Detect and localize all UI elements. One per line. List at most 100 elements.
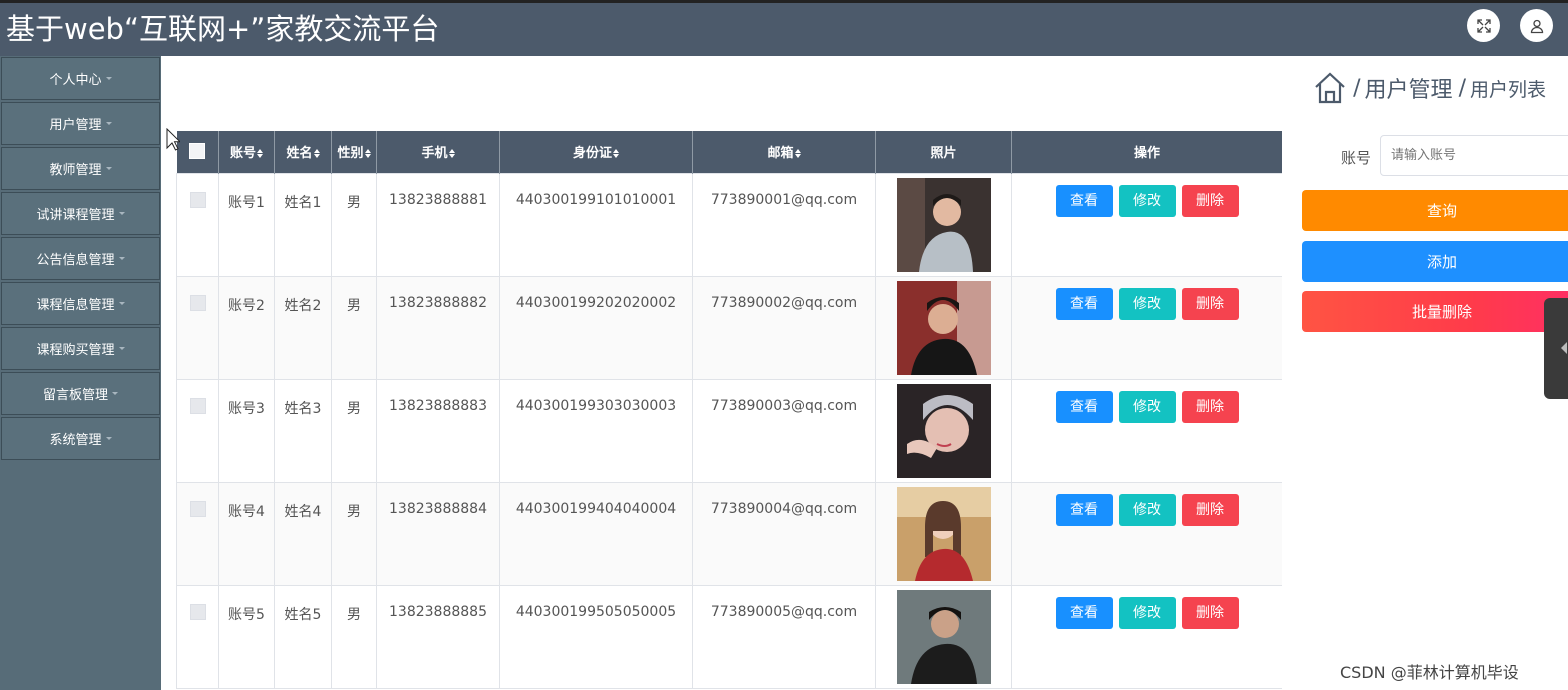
sidebar: 个人中心 用户管理 教师管理 试讲课程管理 公告信息管理 课程信息管理 课程购买…: [0, 56, 161, 690]
cell-name: 姓名5: [274, 584, 332, 689]
caret-down-icon: [105, 77, 112, 80]
edit-button[interactable]: 修改: [1118, 493, 1176, 526]
select-all-checkbox[interactable]: [189, 143, 206, 160]
user-photo: [896, 177, 991, 272]
view-button[interactable]: 查看: [1055, 596, 1113, 629]
sidebar-item-course-info-management[interactable]: 课程信息管理: [1, 282, 160, 325]
column-header-label: 手机: [421, 146, 448, 162]
delete-button[interactable]: 删除: [1181, 493, 1239, 526]
column-header-gender[interactable]: 性别: [331, 131, 377, 173]
view-button[interactable]: 查看: [1055, 184, 1113, 217]
sidebar-item-personal-center[interactable]: 个人中心: [1, 57, 160, 100]
cell-phone: 13823888881: [376, 172, 500, 277]
sort-icon: [364, 149, 371, 159]
user-photo: [896, 383, 991, 478]
edit-button[interactable]: 修改: [1118, 287, 1176, 320]
view-button[interactable]: 查看: [1055, 390, 1113, 423]
column-header-name[interactable]: 姓名: [274, 131, 332, 173]
column-header-label: 姓名: [286, 146, 313, 162]
cell-actions: 查看 修改 删除: [1011, 172, 1282, 277]
user-photo: [896, 280, 991, 375]
edit-button[interactable]: 修改: [1118, 390, 1176, 423]
column-header-account[interactable]: 账号: [218, 131, 275, 173]
row-select-cell[interactable]: [176, 172, 219, 277]
delete-button[interactable]: 删除: [1181, 390, 1239, 423]
breadcrumb-separator: /: [1458, 75, 1466, 101]
cell-email: 773890004@qq.com: [692, 481, 876, 586]
row-select-cell[interactable]: [176, 378, 219, 483]
side-drawer-handle[interactable]: [1544, 298, 1568, 399]
cell-name: 姓名1: [274, 172, 332, 277]
cell-photo: [875, 275, 1012, 380]
user-table-container: 账号 姓名 性别 手机 身份证 邮箱 照片 操作 账号1 姓名1 男 13823…: [176, 131, 1282, 690]
sidebar-item-course-purchase-management[interactable]: 课程购买管理: [1, 327, 160, 370]
home-icon[interactable]: [1313, 71, 1347, 105]
account-search-input[interactable]: [1380, 135, 1568, 176]
cell-photo: [875, 378, 1012, 483]
cell-phone: 13823888884: [376, 481, 500, 586]
cell-photo: [875, 172, 1012, 277]
expand-arrows-icon: [1476, 18, 1491, 33]
query-button[interactable]: 查询: [1302, 190, 1568, 231]
cell-account: 账号1: [218, 172, 275, 277]
cell-name: 姓名4: [274, 481, 332, 586]
batch-delete-button[interactable]: 批量删除: [1302, 291, 1568, 332]
breadcrumb-item-user-management[interactable]: 用户管理: [1365, 72, 1453, 104]
breadcrumb: / 用户管理 / 用户列表: [1313, 70, 1546, 106]
delete-button[interactable]: 删除: [1181, 287, 1239, 320]
column-header-photo: 照片: [875, 131, 1012, 173]
row-checkbox[interactable]: [189, 603, 206, 620]
row-checkbox[interactable]: [189, 500, 206, 517]
user-table: 账号 姓名 性别 手机 身份证 邮箱 照片 操作 账号1 姓名1 男 13823…: [176, 131, 1282, 689]
row-checkbox[interactable]: [189, 294, 206, 311]
sidebar-item-label: 试讲课程管理: [36, 208, 115, 223]
user-photo: [896, 589, 991, 684]
sort-icon: [257, 149, 263, 159]
view-button[interactable]: 查看: [1055, 287, 1113, 320]
user-menu-button[interactable]: [1520, 9, 1553, 42]
row-select-cell[interactable]: [176, 584, 219, 689]
sidebar-item-message-board-management[interactable]: 留言板管理: [1, 372, 160, 415]
column-header-label: 邮箱: [767, 146, 794, 162]
breadcrumb-separator: /: [1353, 75, 1361, 101]
caret-down-icon: [105, 167, 112, 170]
row-select-cell[interactable]: [176, 481, 219, 586]
sidebar-item-label: 留言板管理: [42, 388, 108, 403]
row-checkbox[interactable]: [189, 397, 206, 414]
sidebar-item-label: 系统管理: [49, 433, 102, 448]
sidebar-item-label: 课程信息管理: [36, 298, 115, 313]
sort-icon: [794, 149, 801, 159]
add-button[interactable]: 添加: [1302, 241, 1568, 282]
cell-phone: 13823888883: [376, 378, 500, 483]
view-button[interactable]: 查看: [1055, 493, 1113, 526]
column-header-phone[interactable]: 手机: [376, 131, 500, 173]
edit-button[interactable]: 修改: [1118, 184, 1176, 217]
user-photo: [896, 486, 991, 581]
select-all-header[interactable]: [176, 131, 219, 173]
sidebar-item-teacher-management[interactable]: 教师管理: [1, 147, 160, 190]
row-checkbox[interactable]: [189, 191, 206, 208]
cell-phone: 13823888882: [376, 275, 500, 380]
sidebar-item-notice-management[interactable]: 公告信息管理: [1, 237, 160, 280]
mouse-cursor-icon: [166, 128, 180, 151]
cell-actions: 查看 修改 删除: [1011, 275, 1282, 380]
sidebar-item-user-management[interactable]: 用户管理: [1, 102, 160, 145]
cell-id-card: 440300199505050005: [499, 584, 693, 689]
delete-button[interactable]: 删除: [1181, 596, 1239, 629]
cell-name: 姓名3: [274, 378, 332, 483]
column-header-id-card[interactable]: 身份证: [499, 131, 693, 173]
sidebar-item-system-management[interactable]: 系统管理: [1, 417, 160, 460]
cell-actions: 查看 修改 删除: [1011, 584, 1282, 689]
column-header-email[interactable]: 邮箱: [692, 131, 876, 173]
caret-down-icon: [118, 347, 125, 350]
cell-gender: 男: [331, 275, 377, 380]
cell-photo: [875, 584, 1012, 689]
delete-button[interactable]: 删除: [1181, 184, 1239, 217]
sidebar-item-label: 课程购买管理: [36, 343, 115, 358]
sidebar-item-trial-course-management[interactable]: 试讲课程管理: [1, 192, 160, 235]
caret-down-icon: [105, 437, 112, 440]
sidebar-item-label: 公告信息管理: [36, 253, 115, 268]
edit-button[interactable]: 修改: [1118, 596, 1176, 629]
fullscreen-button[interactable]: [1467, 9, 1500, 42]
row-select-cell[interactable]: [176, 275, 219, 380]
